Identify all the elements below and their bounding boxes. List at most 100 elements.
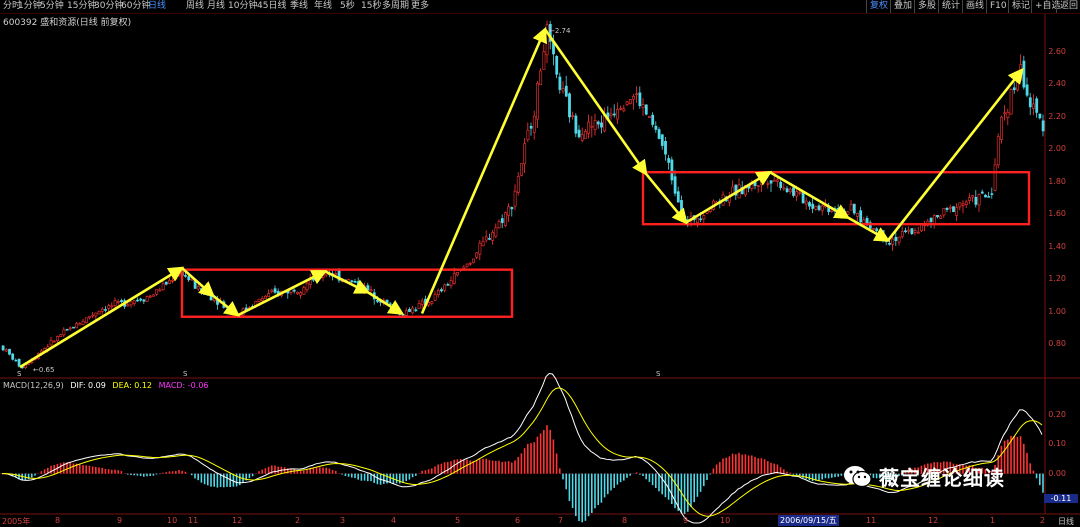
candle-body — [596, 121, 600, 125]
candle-body — [296, 291, 299, 294]
tab-16[interactable]: 更多 — [411, 0, 429, 13]
candle-body — [670, 159, 674, 181]
dif-line — [1, 372, 1043, 524]
candle-body — [808, 202, 811, 207]
candle-body — [94, 312, 98, 317]
trend-arrow — [19, 266, 185, 369]
right-tab-1[interactable]: 叠加 — [890, 0, 915, 13]
right-tab-6[interactable]: 标记 — [1008, 0, 1033, 13]
candle-body — [401, 314, 405, 316]
tab-1[interactable]: 1分钟 — [18, 0, 42, 13]
candle-body — [619, 108, 623, 110]
cursor-date: 2006/09/15/五 — [778, 515, 839, 526]
candle-body — [571, 115, 575, 117]
candle-body — [654, 125, 658, 130]
candle-body — [155, 289, 159, 295]
candle-body — [88, 316, 91, 319]
right-tab-0[interactable]: 复权 — [866, 0, 891, 13]
tab-15[interactable]: 多周期 — [382, 0, 409, 13]
macd-value: MACD: -0.06 — [158, 381, 209, 390]
candle-body — [1009, 89, 1013, 115]
candle-body — [292, 289, 296, 292]
candle-body — [100, 308, 104, 312]
tab-7[interactable]: 周线 — [186, 0, 204, 13]
tab-5[interactable]: 60分钟 — [121, 0, 150, 13]
candle-body — [609, 113, 613, 116]
candle-body — [465, 263, 469, 267]
right-tab-2[interactable]: 多股 — [914, 0, 939, 13]
tab-8[interactable]: 月线 — [207, 0, 225, 13]
candle-body — [894, 236, 898, 241]
candle-body — [62, 329, 66, 336]
time-tick: 4 — [391, 516, 397, 525]
macd-tick: 0.10 — [1048, 439, 1066, 449]
candle-body — [852, 203, 856, 214]
candle-body — [555, 56, 559, 75]
candle-body — [795, 191, 799, 197]
candle-body — [257, 298, 261, 302]
candle-body — [856, 213, 859, 217]
candle-body — [491, 231, 495, 241]
candle-body — [452, 273, 456, 284]
tab-6[interactable]: 日线 — [148, 0, 166, 13]
candle-body — [779, 181, 783, 188]
candle-body — [369, 289, 373, 292]
right-tab-8[interactable]: 返回 — [1056, 0, 1080, 13]
time-tick: 2 — [295, 516, 301, 525]
tab-2[interactable]: 5分钟 — [40, 0, 64, 13]
time-tick: 1 — [990, 516, 996, 525]
time-tick: 6 — [515, 516, 521, 525]
tab-3[interactable]: 15分钟 — [67, 0, 96, 13]
candle-body — [1003, 112, 1007, 115]
candle-body — [984, 194, 987, 198]
candle-body — [507, 206, 511, 216]
price-tick: 1.00 — [1048, 306, 1066, 316]
tab-13[interactable]: 5秒 — [340, 0, 355, 13]
candle-body — [577, 129, 581, 138]
candle-body — [1012, 87, 1016, 91]
dea-value: DEA: 0.12 — [112, 381, 153, 390]
right-tab-4[interactable]: 画线 — [962, 0, 987, 13]
candle-body — [1041, 120, 1045, 132]
candle-body — [72, 326, 75, 329]
candle-body — [449, 280, 453, 286]
candle-body — [113, 300, 117, 306]
candle-body — [830, 209, 834, 212]
candle-body — [948, 206, 952, 209]
price-tick: 2.60 — [1048, 46, 1066, 56]
price-tick: 2.20 — [1048, 111, 1066, 121]
candle-body — [299, 292, 303, 296]
candle-body — [56, 336, 59, 341]
price-tick: 0.80 — [1048, 339, 1066, 349]
candle-body — [417, 303, 421, 309]
candle-body — [49, 339, 53, 346]
macd-tick: 0.00 — [1048, 468, 1066, 478]
candle-body — [875, 228, 879, 232]
period-toolbar: 分时 1分钟 5分钟 15分钟 30分钟 60分钟 日线 周线 月线 10分钟 45日线 季线 年线 5秒… — [0, 0, 1080, 14]
tab-4[interactable]: 30分钟 — [94, 0, 123, 13]
tab-11[interactable]: 季线 — [290, 0, 308, 13]
tab-10[interactable]: 45日线 — [257, 0, 286, 13]
candle-body — [1032, 103, 1035, 109]
candle-body — [929, 217, 933, 222]
candle-body — [145, 296, 149, 302]
candle-body — [580, 134, 584, 141]
right-tab-5[interactable]: F10 — [986, 0, 1010, 13]
tab-14[interactable]: 15秒 — [361, 0, 381, 13]
right-tab-3[interactable]: 统计 — [938, 0, 963, 13]
candle-body — [510, 207, 514, 210]
tab-9[interactable]: 10分钟 — [228, 0, 257, 13]
kline-chart[interactable]: ←0.65 ←2.74 S S S — [0, 0, 1080, 527]
trend-arrow — [324, 270, 371, 294]
candle-body — [849, 204, 853, 211]
candle-body — [756, 185, 760, 187]
candle-body — [878, 232, 882, 234]
candle-body — [648, 116, 651, 118]
candle-body — [404, 310, 408, 316]
candle-body — [542, 51, 546, 70]
candle-body — [590, 125, 594, 128]
candle-body — [177, 271, 181, 276]
tab-12[interactable]: 年线 — [314, 0, 332, 13]
time-tick: 7 — [558, 516, 564, 525]
candle-body — [638, 92, 642, 107]
